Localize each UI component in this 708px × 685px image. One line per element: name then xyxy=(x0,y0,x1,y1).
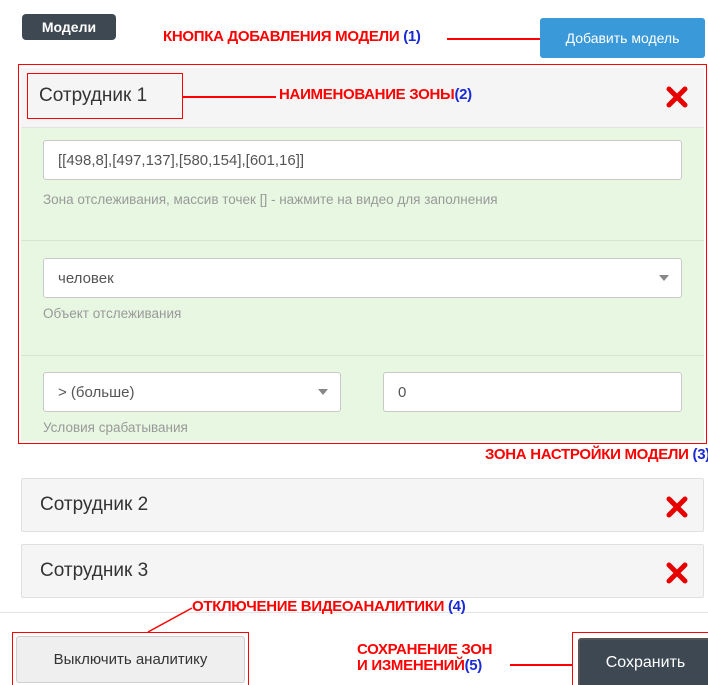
annotation-save-line1: СОХРАНЕНИЕ ЗОН xyxy=(357,641,493,658)
zone-1-name[interactable]: Сотрудник 1 xyxy=(27,73,183,119)
annotation-add-model-num: (1) xyxy=(403,28,421,45)
annotation-line-1 xyxy=(447,38,540,40)
condition-select[interactable]: > (больше) xyxy=(43,372,341,412)
points-input[interactable]: [[498,8],[497,137],[580,154],[601,16]] xyxy=(43,140,682,180)
chevron-down-icon xyxy=(318,389,328,395)
zone-2-name: Сотрудник 2 xyxy=(40,494,149,515)
points-help: Зона отслеживания, массив точек [] - наж… xyxy=(43,192,498,207)
models-title-badge: Модели xyxy=(22,14,116,40)
zone-2-panel[interactable]: Сотрудник 2 xyxy=(21,478,704,532)
annotation-line-5 xyxy=(510,664,572,666)
settings-divider xyxy=(21,240,704,241)
add-model-button[interactable]: Добавить модель xyxy=(540,18,705,58)
condition-help: Условия срабатывания xyxy=(43,420,188,435)
annotation-settings-zone-num: (3) xyxy=(692,446,708,463)
annotation-save-line2: И ИЗМЕНЕНИЙ(5) xyxy=(357,658,492,674)
settings-divider xyxy=(21,355,704,356)
object-select-value: человек xyxy=(58,269,114,287)
close-x-icon[interactable] xyxy=(666,496,688,518)
zone-3-panel[interactable]: Сотрудник 3 xyxy=(21,544,704,598)
close-x-icon[interactable] xyxy=(666,86,688,108)
annotation-line-2 xyxy=(183,96,276,98)
condition-number-value: 0 xyxy=(398,383,407,401)
disable-analytics-outline: Выключить аналитику xyxy=(12,632,249,685)
annotation-zone-name-text: НАИМЕНОВАНИЕ ЗОНЫ xyxy=(279,86,455,103)
annotation-disable: ОТКЛЮЧЕНИЕ ВИДЕОАНАЛИТИКИ (4) xyxy=(192,598,466,615)
annotation-add-model-text: КНОПКА ДОБАВЛЕНИЯ МОДЕЛИ xyxy=(163,28,400,45)
save-button[interactable]: Сохранить xyxy=(578,638,708,685)
annotation-add-model: КНОПКА ДОБАВЛЕНИЯ МОДЕЛИ (1) xyxy=(163,28,421,45)
condition-number-input[interactable]: 0 xyxy=(383,372,682,412)
chevron-down-icon xyxy=(659,275,669,281)
points-input-value: [[498,8],[497,137],[580,154],[601,16]] xyxy=(58,151,305,169)
disable-analytics-button[interactable]: Выключить аналитику xyxy=(16,636,245,683)
object-help: Объект отслеживания xyxy=(43,306,182,321)
close-x-icon[interactable] xyxy=(666,562,688,584)
object-select[interactable]: человек xyxy=(43,258,682,298)
zone-3-name: Сотрудник 3 xyxy=(40,560,149,581)
annotation-zone-name-num: (2) xyxy=(454,86,472,103)
condition-select-value: > (больше) xyxy=(58,383,135,401)
annotation-settings-zone: ЗОНА НАСТРОЙКИ МОДЕЛИ (3) xyxy=(485,446,708,463)
annotation-disable-text: ОТКЛЮЧЕНИЕ ВИДЕОАНАЛИТИКИ xyxy=(192,598,445,615)
annotation-save-num: (5) xyxy=(464,657,483,674)
annotation-save: СОХРАНЕНИЕ ЗОН И ИЗМЕНЕНИЙ(5) xyxy=(357,641,493,674)
annotation-settings-zone-text: ЗОНА НАСТРОЙКИ МОДЕЛИ xyxy=(485,446,689,463)
annotation-zone-name: НАИМЕНОВАНИЕ ЗОНЫ(2) xyxy=(279,86,472,103)
annotation-disable-num: (4) xyxy=(447,598,466,615)
annotation-save-line2-text: И ИЗМЕНЕНИЙ xyxy=(357,657,465,674)
